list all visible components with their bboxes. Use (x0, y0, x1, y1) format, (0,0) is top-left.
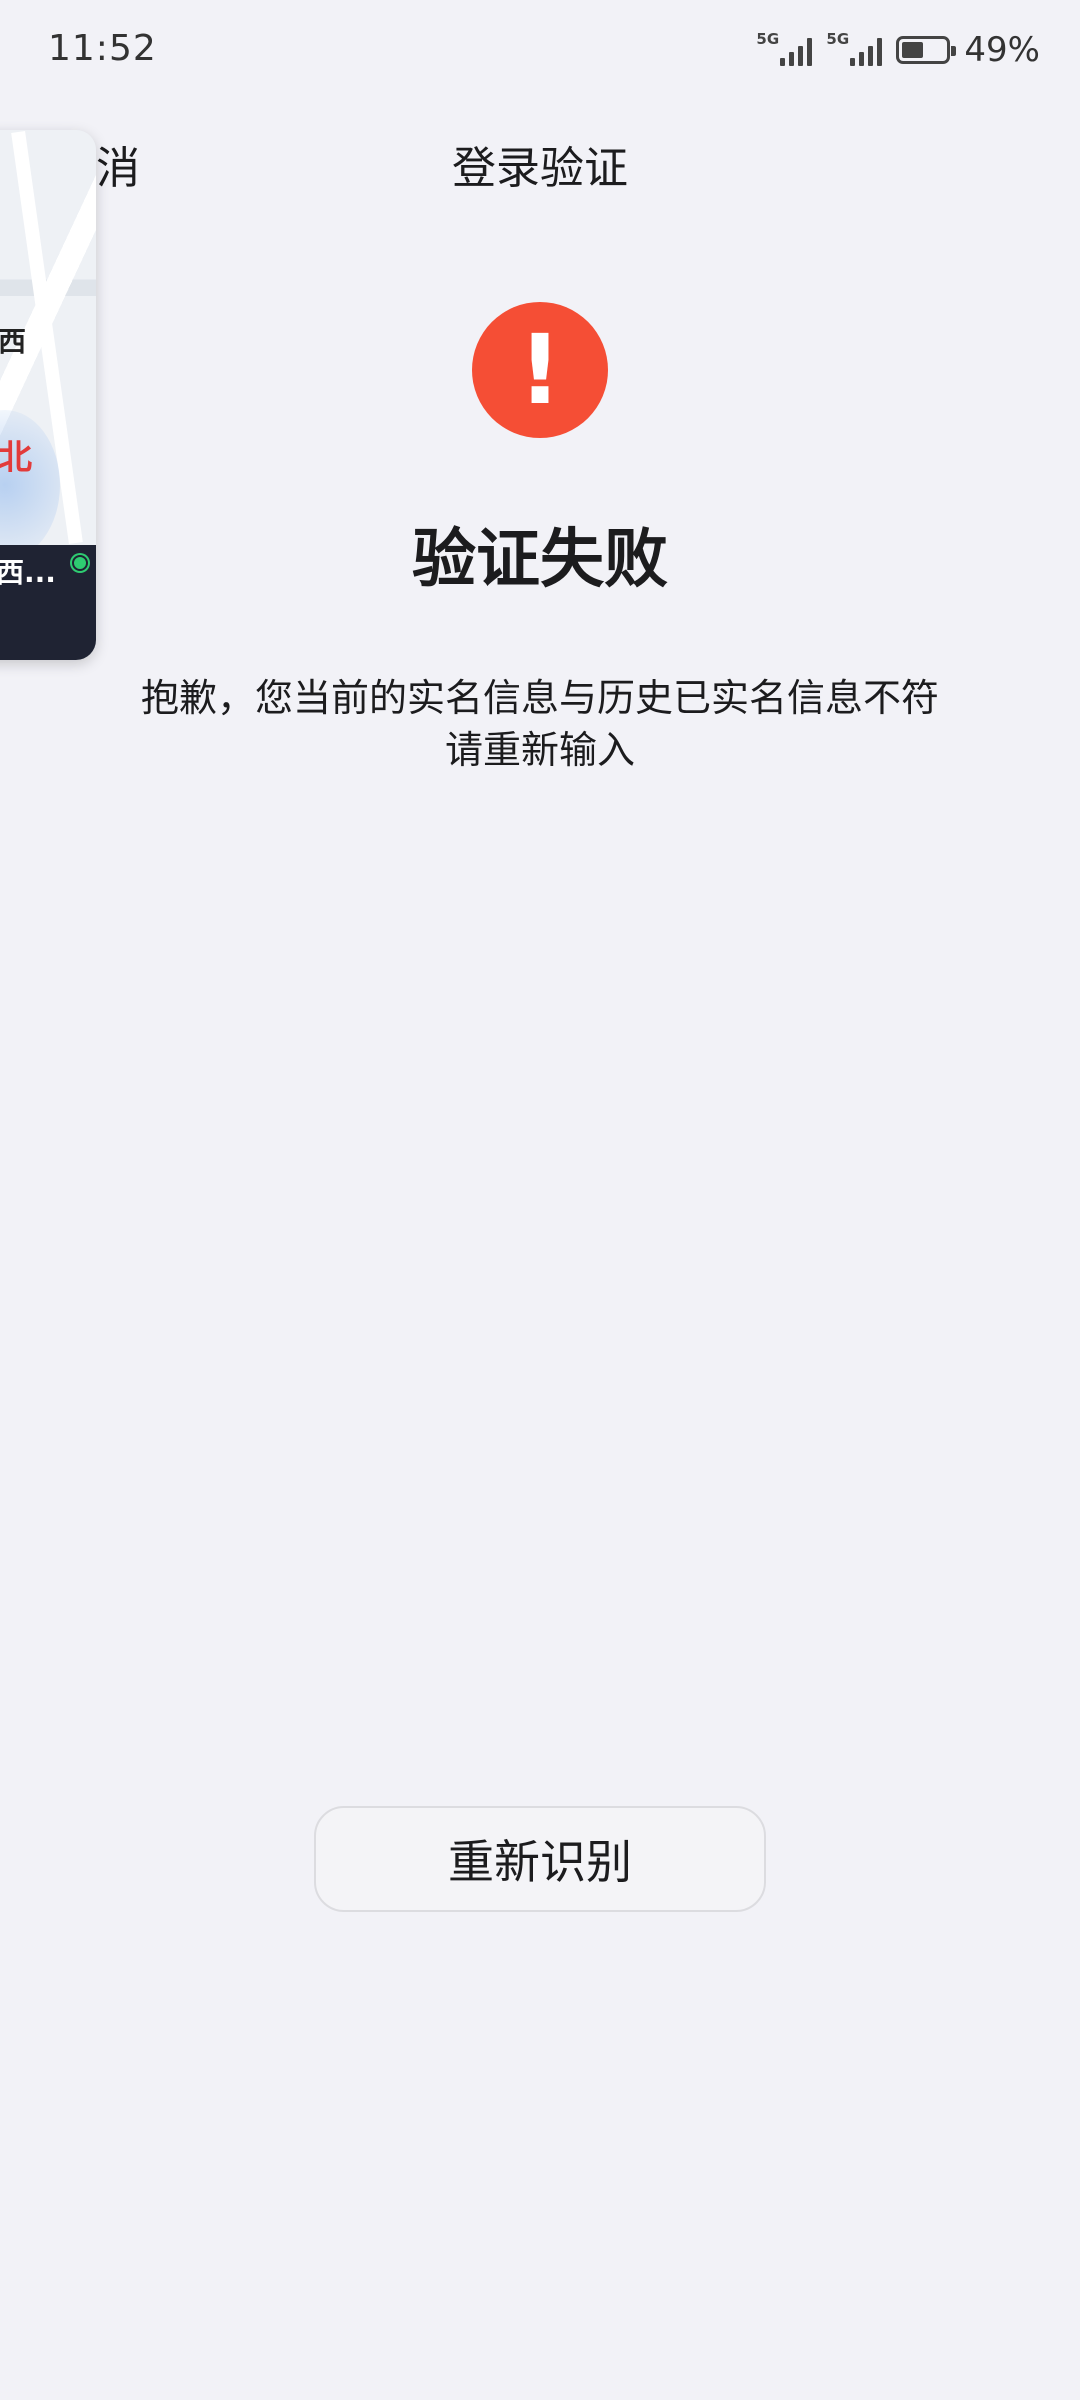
network-type-label: 5G (826, 30, 850, 48)
map-label: 北 (0, 438, 32, 478)
status-icons: 5G 5G 49% (756, 30, 1040, 70)
error-description: 抱歉，您当前的实名信息与历史已实名信息不符 请重新输入 (100, 672, 980, 776)
network-type-label: 5G (756, 30, 780, 48)
battery-icon (896, 36, 957, 64)
status-time: 11:52 (48, 28, 157, 69)
signal-icon: 5G (756, 30, 813, 70)
page-title: 登录验证 (452, 143, 628, 194)
map-label: 西 (0, 325, 27, 358)
status-bar: 11:52 5G 5G 49% (0, 0, 1080, 104)
error-description-line: 抱歉，您当前的实名信息与历史已实名信息不符 (140, 676, 939, 720)
error-title: 验证失败 (412, 523, 668, 597)
battery-percent: 49% (964, 30, 1040, 70)
retry-button[interactable]: 重新识别 (314, 1806, 766, 1912)
exclamation-icon: ! (472, 302, 608, 438)
signal-icon: 5G (826, 30, 883, 70)
error-description-line: 请重新输入 (444, 728, 635, 772)
